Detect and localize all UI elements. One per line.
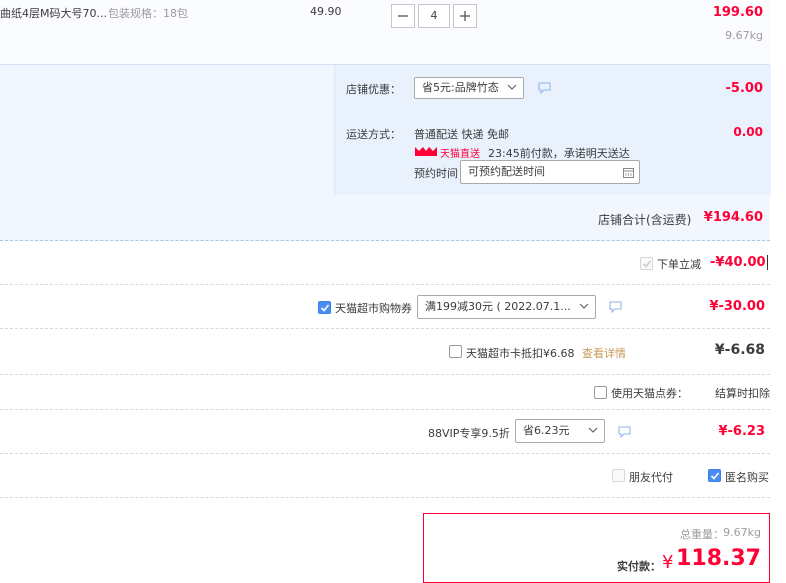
divider	[0, 284, 770, 285]
shop-total-amount: ¥194.60	[703, 210, 763, 225]
card-deduct-amount: ¥-6.68	[714, 342, 765, 358]
shipping-label: 运送方式：	[346, 128, 401, 141]
message-icon[interactable]	[618, 426, 631, 438]
item-subtotal: 199.60	[712, 5, 763, 20]
quantity-stepper[interactable]: 4	[391, 4, 477, 28]
card-deduct-label: 天猫超市卡抵扣¥6.68	[466, 347, 575, 360]
shop-panel-divider	[0, 240, 770, 241]
total-weight-label: 总重量：	[680, 528, 724, 541]
shop-total-label: 店铺合计(含运费)	[598, 213, 692, 227]
instant-discount-checkbox[interactable]	[640, 257, 653, 270]
reserve-label: 预约时间	[414, 167, 458, 180]
payment-summary: 总重量： 9.67kg 实付款： ¥ 118.37	[423, 513, 770, 583]
vip-amount: ¥-6.23	[718, 424, 765, 439]
quantity-input[interactable]: 4	[418, 4, 450, 28]
coupon-value: 满199减30元 ( 2022.07.1...	[425, 300, 571, 313]
friend-pay-checkbox[interactable]	[612, 469, 625, 482]
instant-discount-amount: -¥40.00	[710, 255, 768, 270]
message-icon[interactable]	[538, 82, 551, 94]
plus-icon	[460, 11, 470, 21]
minus-icon	[398, 15, 408, 17]
pay-currency: ¥	[662, 552, 674, 573]
tmall-direct-badge: 天猫直送	[440, 149, 480, 160]
shop-discount-label: 店铺优惠：	[346, 83, 401, 96]
total-weight: 9.67kg	[723, 526, 761, 539]
divider	[0, 409, 770, 410]
friend-pay-label: 朋友代付	[629, 471, 673, 484]
item-weight: 9.67kg	[725, 29, 763, 42]
divider	[0, 328, 770, 329]
tmall-icon	[415, 147, 437, 156]
anonymous-checkbox[interactable]	[708, 469, 721, 482]
quantity-decrease-button[interactable]	[391, 4, 415, 28]
reserve-placeholder: 可预约配送时间	[468, 165, 545, 178]
shop-panel: 店铺优惠： 省5元:品牌竹态 -5.00 运送方式： 普通配送 快递 免邮 0.…	[0, 64, 771, 241]
shipping-method: 普通配送 快递 免邮	[414, 128, 509, 141]
points-checkbox[interactable]	[594, 386, 607, 399]
vip-value: 省6.23元	[523, 424, 570, 437]
shipping-amount: 0.00	[733, 125, 763, 139]
divider	[0, 374, 770, 375]
pay-amount: 118.37	[676, 546, 761, 571]
points-note: 结算时扣除	[715, 387, 770, 400]
quantity-increase-button[interactable]	[453, 4, 477, 28]
delivery-promise: 23:45前付款，承诺明天送达	[488, 147, 630, 160]
unit-price: 49.90	[310, 5, 342, 18]
shop-discount-amount: -5.00	[725, 81, 763, 96]
card-detail-link[interactable]: 查看详情	[582, 345, 626, 361]
chevron-down-icon	[579, 303, 589, 309]
coupon-label: 天猫超市购物券	[335, 302, 412, 315]
shop-discount-select[interactable]: 省5元:品牌竹态	[414, 77, 524, 99]
coupon-amount: ¥-30.00	[709, 299, 765, 314]
anonymous-label: 匿名购买	[725, 471, 769, 484]
coupon-checkbox[interactable]	[318, 301, 331, 314]
reserve-time-input[interactable]: 可预约配送时间	[460, 160, 640, 184]
item-name[interactable]: 曲纸4层M码大号70...	[0, 5, 107, 21]
points-label: 使用天猫点券：	[611, 387, 688, 400]
shop-discount-value: 省5元:品牌竹态	[422, 81, 499, 94]
check-icon	[320, 304, 330, 312]
message-icon[interactable]	[609, 301, 622, 313]
vip-select[interactable]: 省6.23元	[515, 419, 605, 443]
pay-label: 实付款：	[617, 560, 661, 573]
divider	[0, 497, 770, 498]
check-icon	[643, 260, 652, 268]
chevron-down-icon	[588, 427, 598, 433]
item-spec: 包装规格：18包	[108, 7, 188, 20]
divider	[0, 453, 770, 454]
card-deduct-checkbox[interactable]	[449, 345, 462, 358]
instant-discount-label: 下单立减	[657, 258, 701, 271]
item-row: 曲纸4层M码大号70... 包装规格：18包 49.90 4 199.60 9.…	[0, 0, 770, 64]
check-icon	[710, 472, 720, 480]
vip-label: 88VIP专享9.5折	[428, 427, 510, 440]
chevron-down-icon	[507, 84, 517, 90]
coupon-select[interactable]: 满199减30元 ( 2022.07.1...	[417, 295, 596, 319]
calendar-icon[interactable]	[623, 167, 634, 178]
